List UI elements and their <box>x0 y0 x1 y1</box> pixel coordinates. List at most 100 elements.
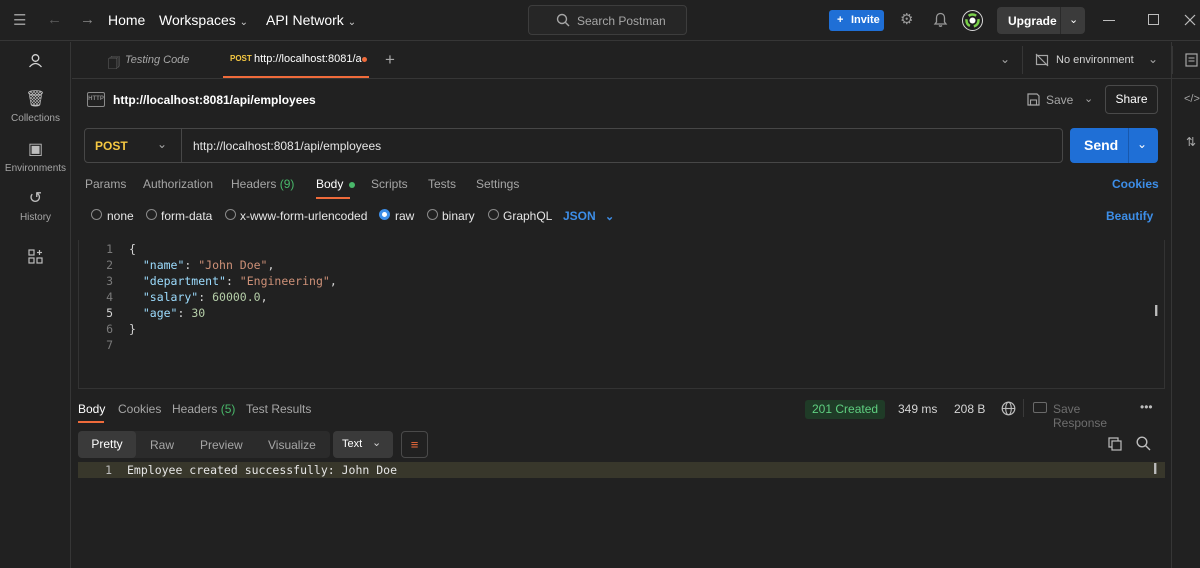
body-indicator-dot <box>348 181 355 188</box>
response-size[interactable]: 208 B <box>954 402 985 416</box>
radio-graphql[interactable] <box>488 209 499 220</box>
tab-settings[interactable]: Settings <box>476 177 519 191</box>
tab-bar: 🗍 Testing Code POST http://localhost:808… <box>72 42 1200 79</box>
line-number: 4 <box>106 290 113 304</box>
api-network-menu[interactable]: API Network ⌄ <box>266 12 356 28</box>
response-body-line[interactable]: 1 Employee created successfully: John Do… <box>78 462 1165 478</box>
response-tab-cookies[interactable]: Cookies <box>118 402 161 416</box>
chevron-down-icon[interactable]: ⌄ <box>1069 13 1078 26</box>
share-button[interactable]: Share <box>1105 85 1158 114</box>
globe-icon[interactable] <box>1001 401 1016 416</box>
related-icon[interactable]: ⇅ <box>1186 135 1196 149</box>
configure-workbench-icon[interactable] <box>28 249 43 264</box>
search-icon[interactable] <box>1136 436 1151 451</box>
upgrade-button[interactable]: Upgrade ⌄ <box>997 7 1085 34</box>
back-arrow-icon[interactable]: ← <box>47 12 62 27</box>
home-link[interactable]: Home <box>108 12 145 28</box>
cookies-link[interactable]: Cookies <box>1112 177 1159 191</box>
status-badge[interactable]: 201 Created <box>805 400 886 419</box>
avatar[interactable] <box>962 10 983 31</box>
divider <box>1172 46 1173 74</box>
response-format-select[interactable]: Text ⌄ <box>333 431 393 458</box>
workspaces-menu[interactable]: Workspaces ⌄ <box>159 12 248 28</box>
view-tab-preview[interactable]: Preview <box>200 438 243 452</box>
search-bar[interactable]: Search Postman <box>528 5 687 35</box>
response-tab-headers[interactable]: Headers (5) <box>172 402 235 416</box>
tab-label: Headers <box>172 402 218 416</box>
chevron-down-icon[interactable]: ⌄ <box>1084 92 1093 105</box>
tab-tests[interactable]: Tests <box>428 177 456 191</box>
environment-select[interactable]: No environment ⌄ <box>1035 42 1163 78</box>
save-icon <box>1027 93 1040 106</box>
save-label: Save <box>1046 93 1074 107</box>
view-tab-pretty[interactable]: Pretty <box>78 431 136 458</box>
tab-post-employees[interactable]: POST http://localhost:8081/a <box>223 42 369 78</box>
workspaces-label: Workspaces <box>159 12 236 28</box>
radio-form-data[interactable] <box>146 209 157 220</box>
chevron-down-icon[interactable]: ⌄ <box>1137 137 1147 151</box>
minimize-icon[interactable] <box>1103 20 1115 21</box>
maximize-icon[interactable] <box>1148 14 1159 25</box>
response-time[interactable]: 349 ms <box>898 402 937 416</box>
send-label: Send <box>1084 137 1119 153</box>
invite-button[interactable]: + Invite <box>829 10 884 31</box>
beautify-link[interactable]: Beautify <box>1106 209 1153 223</box>
search-placeholder: Search Postman <box>577 14 666 28</box>
tab-scripts[interactable]: Scripts <box>371 177 408 191</box>
active-tab-underline <box>316 197 350 199</box>
wrap-lines-button[interactable]: ≡ <box>401 431 428 458</box>
add-user-icon: + <box>837 14 844 26</box>
tab-authorization[interactable]: Authorization <box>143 177 213 191</box>
radio-raw[interactable] <box>379 209 390 220</box>
response-tab-test-results[interactable]: Test Results <box>246 402 311 416</box>
environment-quicklook-icon[interactable] <box>1185 53 1198 67</box>
gear-icon[interactable]: ⚙ <box>900 12 913 27</box>
json-key: "department" <box>129 274 226 288</box>
tab-method-badge: POST <box>230 54 252 63</box>
history-icon: ↺ <box>28 190 43 207</box>
forward-arrow-icon[interactable]: → <box>80 12 95 27</box>
tab-params[interactable]: Params <box>85 177 126 191</box>
tab-label: Body <box>316 177 344 191</box>
radio-label-form-data: form-data <box>161 209 213 223</box>
send-button[interactable]: Send ⌄ <box>1070 128 1158 163</box>
plus-icon[interactable]: + <box>385 50 395 70</box>
radio-none[interactable] <box>91 209 102 220</box>
save-button[interactable]: Save ⌄ <box>1027 92 1115 108</box>
divider <box>1022 46 1023 74</box>
sidebar-item-environments[interactable]: ▣ Environments <box>0 139 71 174</box>
sidebar-item-collections[interactable]: 🗑 Collections <box>0 89 71 124</box>
tab-headers[interactable]: Headers (9) <box>231 177 294 191</box>
close-icon[interactable] <box>1184 14 1196 26</box>
line-number: 7 <box>106 338 113 352</box>
chevron-down-icon[interactable]: ⌄ <box>1000 52 1010 66</box>
bell-icon[interactable] <box>933 12 948 28</box>
response-tab-body[interactable]: Body <box>78 402 105 416</box>
unsaved-dot <box>362 57 367 62</box>
radio-binary[interactable] <box>427 209 438 220</box>
code-icon[interactable]: </> <box>1184 93 1200 105</box>
radio-x-www-form-urlencoded[interactable] <box>225 209 236 220</box>
more-options-icon[interactable]: ••• <box>1140 400 1153 414</box>
view-tab-visualize[interactable]: Visualize <box>268 438 316 452</box>
menu-icon[interactable]: ☰ <box>13 13 26 28</box>
divider <box>1023 399 1024 417</box>
tab-body[interactable]: Body <box>316 177 355 191</box>
copy-icon[interactable] <box>1108 437 1122 451</box>
view-tab-raw[interactable]: Raw <box>150 438 174 452</box>
code-line: "salary": 60000.0, <box>129 290 268 304</box>
request-name[interactable]: http://localhost:8081/api/employees <box>113 93 316 107</box>
tab-testing-code[interactable]: 🗍 Testing Code <box>108 42 218 78</box>
method-select[interactable]: POST ⌄ <box>85 129 181 162</box>
request-body-editor[interactable]: 1 2 3 4 5 6 7 { "name": "John Doe", "dep… <box>78 240 1165 389</box>
chevron-down-icon: ⌄ <box>372 437 382 449</box>
format-select[interactable]: JSON ⌄ <box>563 209 614 223</box>
user-icon[interactable] <box>28 53 43 68</box>
chevron-down-icon: ⌄ <box>1148 52 1159 66</box>
sidebar: 🗑 Collections ▣ Environments ↺ History <box>0 42 71 568</box>
url-input[interactable] <box>193 135 1053 156</box>
save-response-button[interactable]: Save Response <box>1033 400 1133 430</box>
line-number: 2 <box>106 258 113 272</box>
response-body-text: Employee created successfully: John Doe <box>127 463 398 477</box>
sidebar-item-history[interactable]: ↺ History <box>0 188 71 223</box>
